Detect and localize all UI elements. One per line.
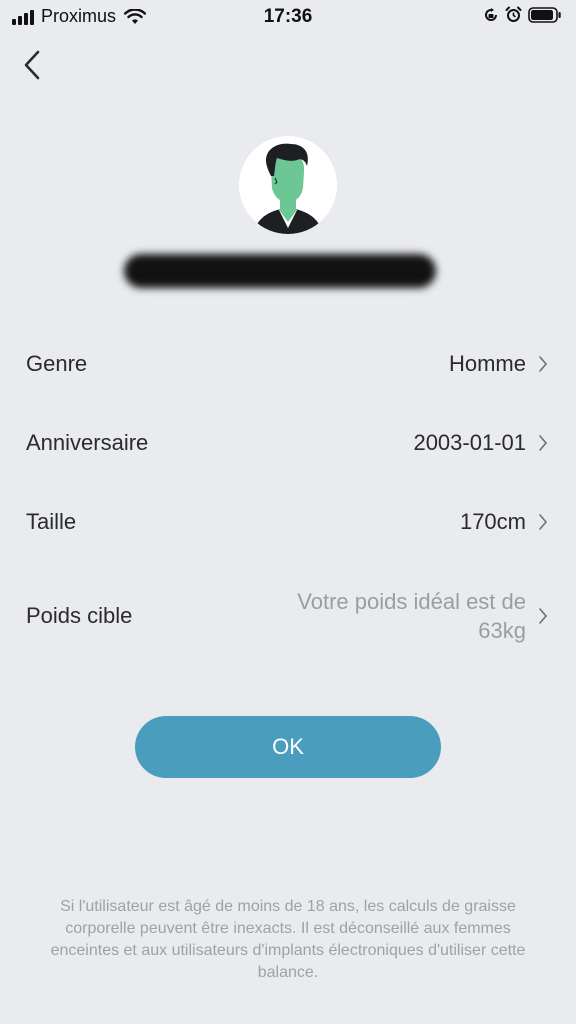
status-right — [483, 6, 562, 23]
birthday-label: Anniversaire — [26, 430, 149, 455]
height-label: Taille — [26, 509, 77, 534]
height-value: 170cm — [459, 509, 526, 534]
target-weight-value-line1: Votre poids idéal est de — [297, 589, 526, 614]
target-weight-value-group: Votre poids idéal est de 63kg — [246, 587, 548, 645]
row-birthday[interactable]: Anniversaire 2003-01-01 — [0, 423, 576, 463]
chevron-right-icon — [539, 514, 548, 530]
ok-button[interactable]: OK — [135, 716, 441, 778]
target-weight-value: Votre poids idéal est de 63kg — [246, 587, 526, 645]
target-weight-label: Poids cible — [26, 603, 133, 628]
male-user-avatar-icon — [253, 143, 323, 234]
birthday-value: 2003-01-01 — [413, 430, 526, 455]
row-target-weight[interactable]: Poids cible Votre poids idéal est de 63k… — [0, 586, 576, 646]
birthday-value-group: 2003-01-01 — [413, 430, 548, 456]
disclaimer-text: Si l'utilisateur est âgé de moins de 18 … — [50, 898, 526, 981]
profile-name-redacted — [124, 254, 436, 288]
row-genre[interactable]: Genre Homme — [0, 344, 576, 384]
target-weight-value-line2: 63kg — [478, 618, 526, 643]
chevron-right-icon — [539, 435, 548, 451]
profile-avatar[interactable] — [239, 136, 337, 234]
back-button[interactable] — [18, 48, 48, 82]
height-value-group: 170cm — [460, 509, 548, 535]
chevron-right-icon — [539, 356, 548, 372]
orientation-lock-icon — [485, 7, 497, 21]
genre-value-group: Homme — [449, 351, 548, 377]
status-bar: Proximus 17:36 — [0, 0, 576, 34]
genre-value: Homme — [448, 351, 526, 376]
genre-label: Genre — [26, 351, 88, 376]
row-height[interactable]: Taille 170cm — [0, 502, 576, 542]
chevron-left-icon — [24, 50, 40, 80]
chevron-right-icon — [539, 608, 548, 624]
alarm-icon — [505, 6, 522, 22]
battery-icon — [528, 6, 561, 23]
